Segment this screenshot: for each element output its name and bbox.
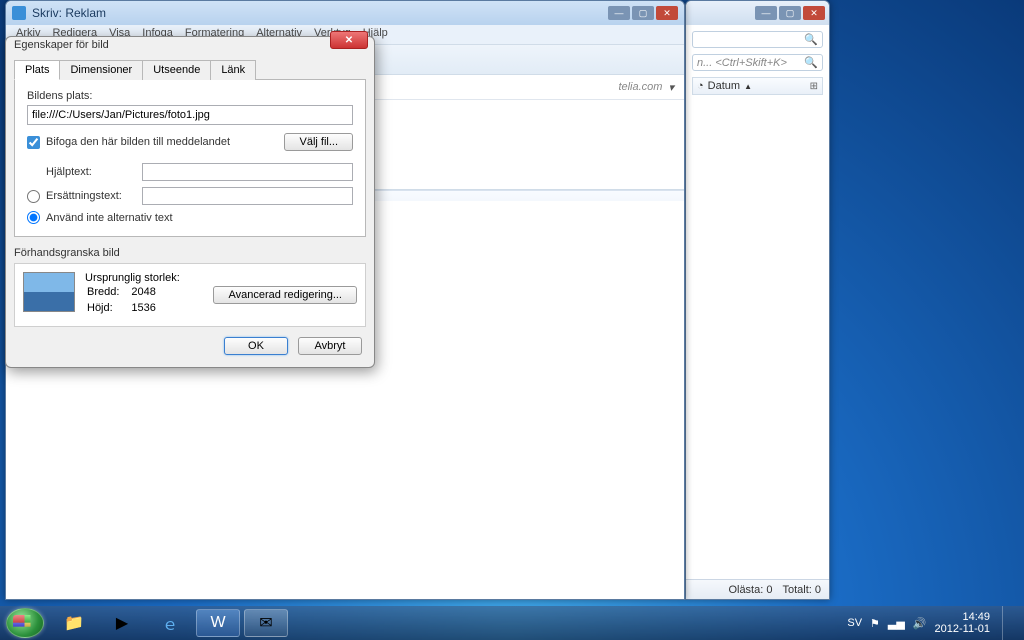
width-value: 2048	[131, 286, 165, 300]
unread-count: Olästa: 0	[728, 584, 772, 596]
column-picker-icon[interactable]: ⊞	[810, 81, 818, 92]
language-indicator[interactable]: SV	[847, 617, 862, 629]
close-button[interactable]: ✕	[803, 6, 825, 20]
orig-size-label: Ursprunglig storlek:	[85, 272, 180, 284]
minimize-button[interactable]: —	[608, 6, 630, 20]
taskbar: 📁 ▶ ｅ W ✉ SV ⚑ ▃▅ 🔊 14:49 2012-11-01	[0, 606, 1024, 640]
column-header-date[interactable]: ◔ Datum ▲ ⊞	[692, 77, 823, 95]
alttext-input[interactable]	[142, 187, 353, 205]
noalt-radio[interactable]	[27, 211, 40, 224]
filter-input[interactable]: 🔍	[692, 31, 823, 48]
dialog-close-button[interactable]: ✕	[330, 31, 368, 49]
explorer-taskbar-icon[interactable]: 📁	[52, 609, 96, 637]
maximize-button[interactable]: ▢	[779, 6, 801, 20]
compose-titlebar: Skriv: Reklam — ▢ ✕	[6, 1, 684, 25]
total-count: Totalt: 0	[782, 584, 821, 596]
clock-time: 14:49	[935, 611, 990, 623]
advanced-edit-button[interactable]: Avancerad redigering...	[213, 286, 357, 304]
tab-utseende[interactable]: Utseende	[142, 60, 211, 80]
preview-box: Ursprunglig storlek: Bredd: 2048 Höjd: 1…	[14, 263, 366, 327]
tooltip-input[interactable]	[142, 163, 353, 181]
tray-volume-icon[interactable]: 🔊	[913, 617, 927, 630]
dialog-title: Egenskaper för bild	[6, 37, 374, 53]
search-icon: 🔍	[804, 33, 818, 46]
height-value: 1536	[131, 302, 165, 316]
sort-asc-icon: ▲	[744, 82, 752, 91]
close-button[interactable]: ✕	[656, 6, 678, 20]
image-properties-dialog: ✕ Egenskaper för bild Plats Dimensioner …	[5, 36, 375, 368]
tooltip-label: Hjälptext:	[46, 166, 136, 178]
tab-plats[interactable]: Plats	[14, 60, 60, 80]
window-title: Skriv: Reklam	[32, 6, 106, 20]
preview-title: Förhandsgranska bild	[14, 247, 366, 259]
alttext-radio[interactable]	[27, 190, 40, 203]
tab-panel-plats: Bildens plats: Bifoga den här bilden til…	[14, 79, 366, 237]
thunderbird-taskbar-icon[interactable]: ✉	[244, 609, 288, 637]
search-icon: 🔍	[804, 56, 818, 69]
ok-button[interactable]: OK	[224, 337, 288, 355]
address-domain: telia.com	[618, 81, 662, 93]
back-titlebar: — ▢ ✕	[686, 1, 829, 25]
filter-placeholder: n... <Ctrl+Skift+K>	[697, 57, 787, 69]
column-label: Datum	[708, 80, 740, 92]
minimize-button[interactable]: —	[755, 6, 777, 20]
attach-label: Bifoga den här bilden till meddelandet	[46, 136, 278, 148]
ie-taskbar-icon[interactable]: ｅ	[148, 609, 192, 637]
width-label: Bredd:	[87, 286, 129, 300]
media-player-taskbar-icon[interactable]: ▶	[100, 609, 144, 637]
globe-icon: ◔	[697, 80, 704, 92]
show-desktop-button[interactable]	[1002, 606, 1012, 640]
choose-file-button[interactable]: Välj fil...	[284, 133, 353, 151]
location-input[interactable]	[27, 105, 353, 125]
location-label: Bildens plats:	[27, 90, 353, 102]
mail-list-window: — ▢ ✕ 🔍 n... <Ctrl+Skift+K> 🔍 ◔ Datum ▲ …	[685, 0, 830, 600]
maximize-button[interactable]: ▢	[632, 6, 654, 20]
noalt-label: Använd inte alternativ text	[46, 212, 173, 224]
alttext-label: Ersättningstext:	[46, 190, 136, 202]
dialog-tabs: Plats Dimensioner Utseende Länk	[14, 59, 366, 79]
tab-dimensioner[interactable]: Dimensioner	[59, 60, 143, 80]
quick-filter-input[interactable]: n... <Ctrl+Skift+K> 🔍	[692, 54, 823, 71]
tray-network-icon[interactable]: ▃▅	[888, 617, 905, 630]
tray-flag-icon[interactable]: ⚑	[870, 617, 880, 630]
system-tray: SV ⚑ ▃▅ 🔊 14:49 2012-11-01	[847, 606, 1018, 640]
clock[interactable]: 14:49 2012-11-01	[935, 611, 990, 635]
preview-thumbnail	[23, 272, 75, 312]
status-bar: Olästa: 0 Totalt: 0	[686, 579, 829, 599]
height-label: Höjd:	[87, 302, 129, 316]
start-button[interactable]	[6, 608, 44, 638]
word-taskbar-icon[interactable]: W	[196, 609, 240, 637]
cancel-button[interactable]: Avbryt	[298, 337, 362, 355]
dropdown-icon[interactable]: ▾	[668, 81, 674, 94]
attach-checkbox[interactable]	[27, 136, 40, 149]
tab-lank[interactable]: Länk	[210, 60, 256, 80]
clock-date: 2012-11-01	[935, 623, 990, 635]
app-icon	[12, 6, 26, 20]
